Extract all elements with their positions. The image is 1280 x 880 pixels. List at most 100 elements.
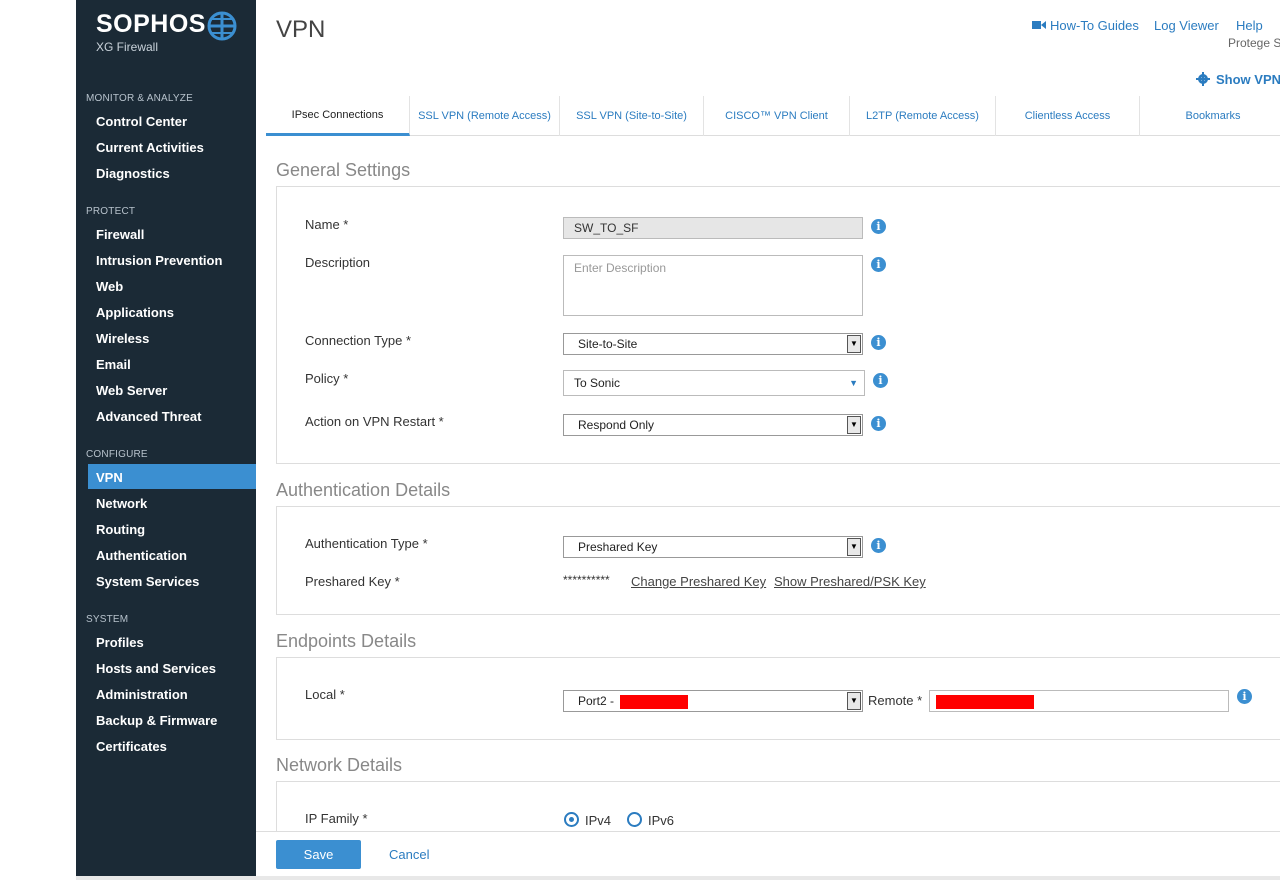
- description-label: Description: [305, 255, 371, 270]
- form-footer: Save Cancel: [256, 831, 1280, 876]
- endpoint-info-icon[interactable]: i: [1237, 689, 1252, 704]
- tab-bookmarks[interactable]: Bookmarks: [1140, 96, 1280, 136]
- nav-item-firewall[interactable]: Firewall: [96, 227, 144, 242]
- auth-details-title: Authentication Details: [276, 480, 451, 500]
- nav-item-authentication[interactable]: Authentication: [96, 548, 187, 563]
- network-details-title: Network Details: [276, 755, 403, 775]
- auth-type-label: Authentication Type *: [305, 536, 428, 551]
- dropdown-arrow-icon: ▼: [847, 692, 861, 710]
- tab-ssl-vpn-remote[interactable]: SSL VPN (Remote Access): [410, 96, 560, 136]
- name-label: Name *: [305, 217, 349, 232]
- tab-ssl-vpn-site[interactable]: SSL VPN (Site-to-Site): [560, 96, 704, 136]
- tab-cisco-vpn-client[interactable]: CISCO™ VPN Client: [704, 96, 850, 136]
- dropdown-arrow-icon: ▼: [847, 538, 861, 556]
- tab-clientless-access[interactable]: Clientless Access: [996, 96, 1140, 136]
- restart-action-label: Action on VPN Restart *: [305, 414, 444, 429]
- name-field[interactable]: SW_TO_SF: [563, 217, 863, 239]
- endpoints-details-panel: Local * Port2 - ▼ Remote * i: [276, 657, 1280, 740]
- local-label: Local *: [305, 687, 345, 702]
- dropdown-arrow-icon: ▼: [847, 416, 861, 434]
- nav-item-network[interactable]: Network: [96, 496, 147, 511]
- tab-l2tp[interactable]: L2TP (Remote Access): [850, 96, 996, 136]
- tab-ipsec-connections[interactable]: IPsec Connections: [266, 96, 410, 136]
- description-info-icon[interactable]: i: [871, 257, 886, 272]
- nav-section-configure: CONFIGURE: [86, 449, 148, 460]
- nav-item-routing[interactable]: Routing: [96, 522, 145, 537]
- connection-type-info-icon[interactable]: i: [871, 335, 886, 350]
- auth-type-info-icon[interactable]: i: [871, 538, 886, 553]
- nav-item-email[interactable]: Email: [96, 357, 131, 372]
- show-vpn-settings-link[interactable]: Show VPN S: [1216, 72, 1280, 87]
- remote-label: Remote *: [868, 693, 923, 708]
- restart-action-select[interactable]: Respond Only ▼: [563, 414, 863, 436]
- chevron-down-icon: ▼: [849, 378, 858, 388]
- ipv4-label: IPv4: [585, 813, 612, 828]
- nav-item-profiles[interactable]: Profiles: [96, 635, 144, 650]
- sidebar: SOPHOS XG Firewall MONITOR & ANALYZE Con…: [76, 0, 256, 876]
- how-to-guides-link[interactable]: How-To Guides: [1050, 18, 1139, 33]
- auth-details-panel: Authentication Type * Preshared Key ▼ i …: [276, 506, 1280, 615]
- log-viewer-link[interactable]: Log Viewer: [1154, 18, 1219, 33]
- user-name: Protege S: [1228, 36, 1280, 50]
- nav-item-control-center[interactable]: Control Center: [96, 114, 187, 129]
- policy-select[interactable]: To Sonic ▼: [563, 370, 865, 396]
- save-button[interactable]: Save: [276, 840, 361, 869]
- endpoints-details-title: Endpoints Details: [276, 631, 417, 651]
- preshared-key-mask: **********: [563, 573, 610, 587]
- redacted-remote-ip: [936, 694, 1034, 709]
- local-endpoint-value: Port2 -: [578, 694, 615, 708]
- description-field[interactable]: Enter Description: [563, 255, 863, 316]
- nav-item-hosts-and-services[interactable]: Hosts and Services: [96, 661, 216, 676]
- ipv4-radio[interactable]: [564, 812, 579, 827]
- nav-item-intrusion-prevention[interactable]: Intrusion Prevention: [96, 253, 222, 268]
- cancel-button[interactable]: Cancel: [389, 847, 429, 862]
- redacted-local-ip: [620, 694, 689, 709]
- page-title: VPN: [276, 16, 326, 43]
- nav-item-backup-firmware[interactable]: Backup & Firmware: [96, 713, 217, 728]
- general-settings-panel: Name * SW_TO_SF i Description Enter Desc…: [276, 186, 1280, 464]
- remote-endpoint-field[interactable]: [929, 690, 1229, 712]
- nav-item-web[interactable]: Web: [96, 279, 123, 294]
- show-preshared-key-link[interactable]: Show Preshared/PSK Key: [774, 574, 926, 589]
- main-content: VPN How-To Guides Log Viewer Help Proteg…: [256, 0, 1280, 880]
- policy-label: Policy *: [305, 371, 349, 386]
- logo-text: SOPHOS: [96, 10, 206, 38]
- help-link[interactable]: Help: [1236, 18, 1263, 33]
- connection-type-select[interactable]: Site-to-Site ▼: [563, 333, 863, 355]
- ip-family-label: IP Family *: [305, 811, 368, 826]
- video-camera-icon: [1032, 21, 1046, 29]
- nav-item-current-activities[interactable]: Current Activities: [96, 140, 204, 155]
- nav-item-web-server[interactable]: Web Server: [96, 383, 167, 398]
- auth-type-select[interactable]: Preshared Key ▼: [563, 536, 863, 558]
- change-preshared-key-link[interactable]: Change Preshared Key: [631, 574, 766, 589]
- auth-type-value: Preshared Key: [578, 540, 658, 554]
- restart-action-info-icon[interactable]: i: [871, 416, 886, 431]
- connection-type-label: Connection Type *: [305, 333, 411, 348]
- nav-item-wireless[interactable]: Wireless: [96, 331, 149, 346]
- nav-item-administration[interactable]: Administration: [96, 687, 188, 702]
- tab-bar: IPsec Connections SSL VPN (Remote Access…: [266, 96, 1280, 136]
- left-gutter: [0, 0, 76, 880]
- globe-icon: [207, 11, 237, 41]
- gear-icon: [1196, 72, 1210, 86]
- general-settings-title: General Settings: [276, 160, 411, 180]
- nav-item-advanced-threat[interactable]: Advanced Threat: [96, 409, 201, 424]
- nav-section-protect: PROTECT: [86, 206, 136, 217]
- nav-item-vpn[interactable]: VPN: [96, 470, 123, 485]
- nav-item-diagnostics[interactable]: Diagnostics: [96, 166, 170, 181]
- local-endpoint-select[interactable]: Port2 - ▼: [563, 690, 863, 712]
- ipv6-label: IPv6: [648, 813, 675, 828]
- preshared-key-label: Preshared Key *: [305, 574, 400, 589]
- restart-action-value: Respond Only: [578, 418, 655, 432]
- product-name: XG Firewall: [96, 40, 159, 54]
- sophos-logo: SOPHOS: [96, 10, 206, 39]
- name-info-icon[interactable]: i: [871, 219, 886, 234]
- connection-type-value: Site-to-Site: [578, 337, 638, 351]
- nav-item-certificates[interactable]: Certificates: [96, 739, 167, 754]
- nav-item-applications[interactable]: Applications: [96, 305, 174, 320]
- policy-info-icon[interactable]: i: [873, 373, 888, 388]
- nav-item-system-services[interactable]: System Services: [96, 574, 199, 589]
- bottom-border: [76, 876, 1280, 880]
- policy-value: To Sonic: [574, 376, 621, 390]
- ipv6-radio[interactable]: [627, 812, 642, 827]
